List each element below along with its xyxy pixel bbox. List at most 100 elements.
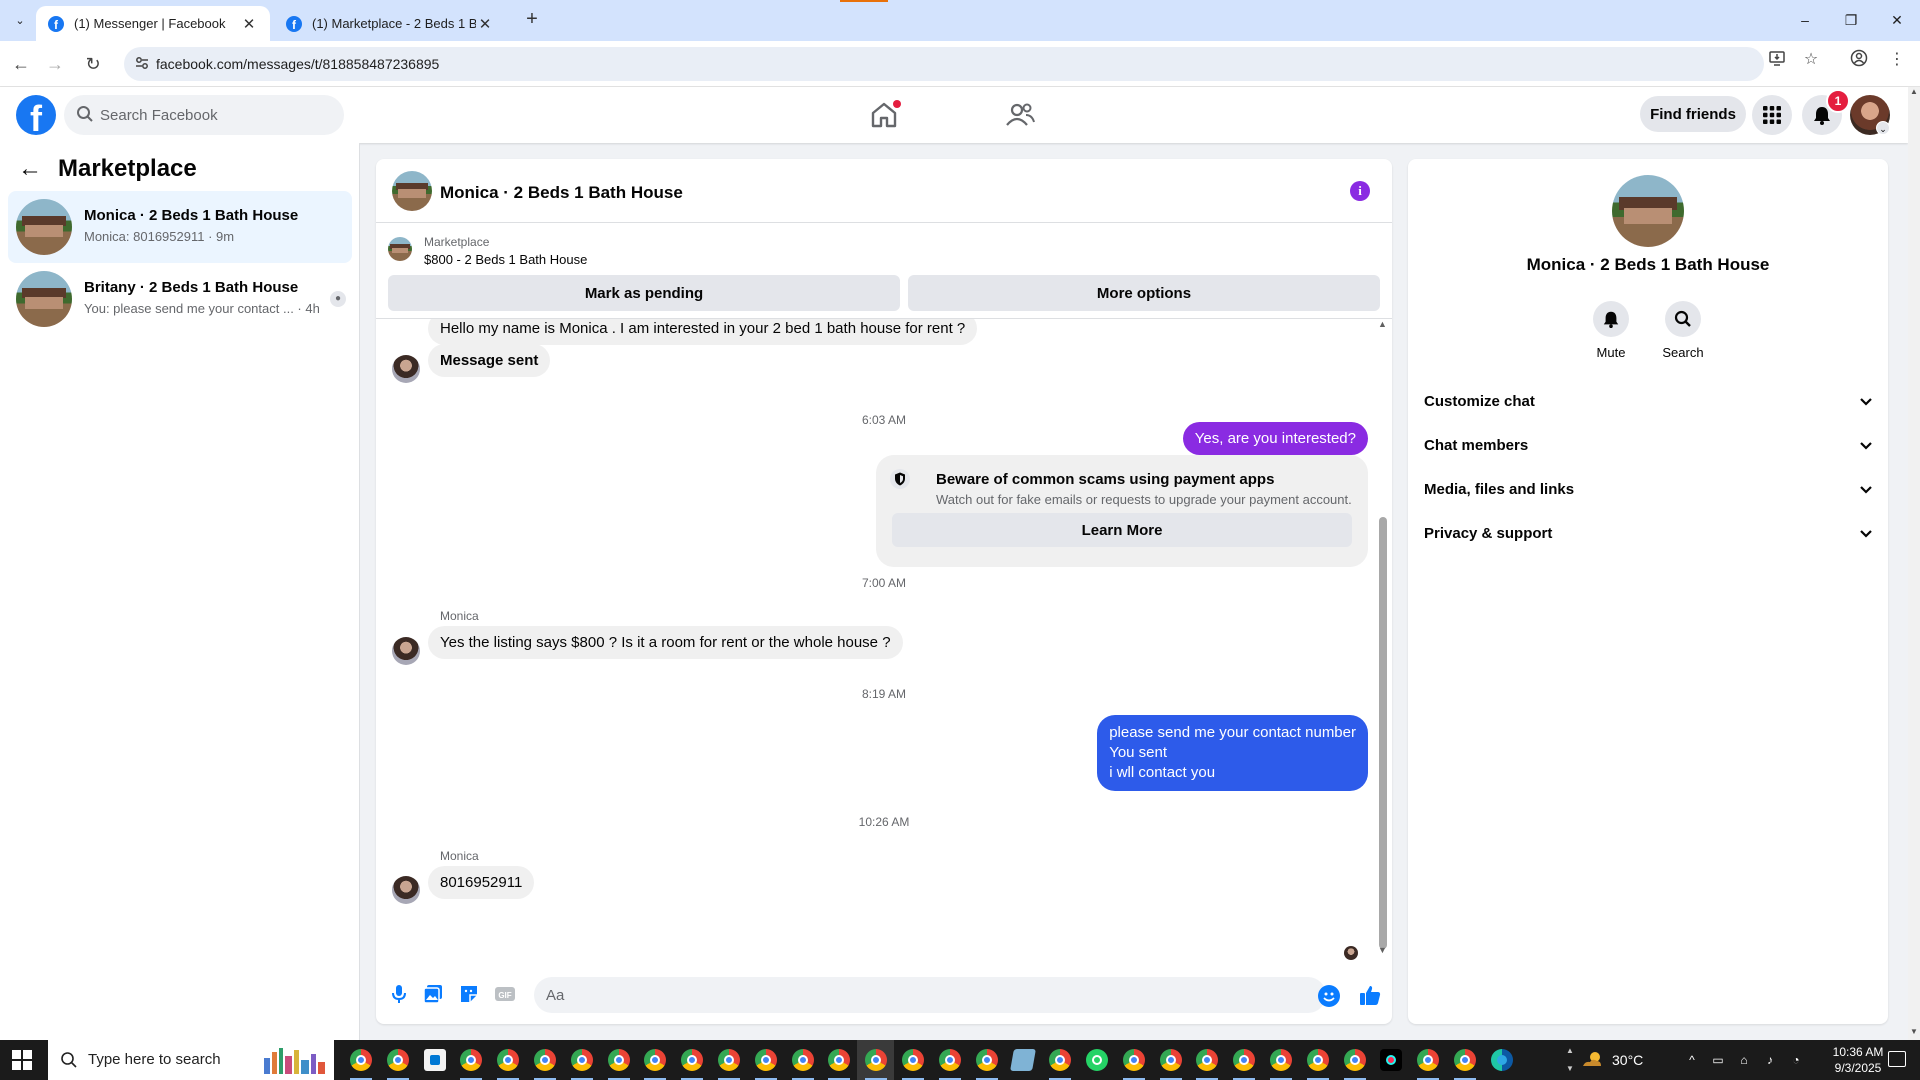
microphone-icon[interactable] [388,983,410,1005]
new-tab-button[interactable]: + [520,8,544,32]
more-options-button[interactable]: More options [908,275,1380,311]
listing-title[interactable]: $800 - 2 Beds 1 Bath House [424,252,587,267]
profile-icon[interactable] [1848,49,1870,71]
browser-tab-messenger[interactable]: f (1) Messenger | Facebook ✕ [36,6,270,41]
chrome-taskbar-icon[interactable] [857,1040,894,1080]
page-scrollbar[interactable]: ▲ ▼ [1908,87,1920,1040]
chrome-taskbar-icon[interactable] [600,1040,637,1080]
chrome-taskbar-icon[interactable] [931,1040,968,1080]
search-input[interactable] [100,95,330,135]
conversation-item-britany[interactable]: Britany · 2 Beds 1 Bath House You: pleas… [8,263,352,335]
chrome-taskbar-icon[interactable] [820,1040,857,1080]
scroll-thumb[interactable] [1379,517,1387,949]
tiktok-taskbar-icon[interactable] [1372,1040,1409,1080]
chrome-taskbar-icon[interactable] [673,1040,710,1080]
edge-taskbar-icon[interactable] [1483,1040,1520,1080]
chrome-taskbar-icon[interactable] [1336,1040,1373,1080]
chrome-taskbar-icon[interactable] [747,1040,784,1080]
notepad-taskbar-icon[interactable] [1004,1040,1041,1080]
chat-avatar[interactable] [392,171,432,211]
address-bar[interactable]: facebook.com/messages/t/818858487236895 [124,47,1764,81]
site-info-icon[interactable] [134,55,152,73]
weather-widget[interactable]: 30°C [1580,1040,1643,1080]
listing-avatar[interactable] [1612,175,1684,247]
chrome-taskbar-icon[interactable] [1152,1040,1189,1080]
battery-icon[interactable]: ◔ [1788,1052,1804,1068]
device-icon[interactable]: ▭ [1710,1052,1726,1068]
browser-tab-marketplace[interactable]: f (1) Marketplace - 2 Beds 1 Bath ✕ [274,6,506,41]
conversation-item-monica[interactable]: Monica · 2 Beds 1 Bath House Monica: 801… [8,191,352,263]
message-scrollbar[interactable]: ▲ ▼ [1376,319,1388,961]
thumbs-up-icon[interactable] [1358,983,1382,1007]
gif-icon[interactable]: GIF [494,983,516,1005]
chrome-taskbar-icon[interactable] [563,1040,600,1080]
chrome-taskbar-icon[interactable] [342,1040,379,1080]
chrome-taskbar-icon[interactable] [489,1040,526,1080]
scroll-up-icon[interactable]: ▲ [1378,319,1387,329]
sender-avatar[interactable] [392,876,420,904]
listing-thumbnail[interactable] [388,237,412,261]
chrome-taskbar-icon[interactable] [636,1040,673,1080]
notification-center-icon[interactable] [1888,1051,1906,1067]
install-app-icon[interactable] [1766,49,1788,71]
chrome-taskbar-icon[interactable] [1115,1040,1152,1080]
whatsapp-taskbar-icon[interactable] [1078,1040,1115,1080]
facebook-search[interactable] [64,95,344,135]
network-icon[interactable]: ⌂ [1736,1052,1752,1068]
taskbar-clock[interactable]: 10:36 AM 9/3/2025 [1818,1044,1898,1076]
sender-avatar[interactable] [392,637,420,665]
section-media-files-links[interactable]: Media, files and links [1424,471,1874,507]
minimize-button[interactable]: – [1790,8,1820,32]
chrome-taskbar-icon[interactable] [1188,1040,1225,1080]
taskbar-search[interactable]: Type here to search [48,1040,334,1080]
mute-action[interactable]: Mute [1576,301,1646,360]
search-action[interactable]: Search [1648,301,1718,360]
chrome-taskbar-icon[interactable] [968,1040,1005,1080]
restore-button[interactable]: ❐ [1836,8,1866,32]
chrome-taskbar-icon[interactable] [1262,1040,1299,1080]
section-privacy-support[interactable]: Privacy & support [1424,515,1874,551]
emoji-icon[interactable] [1318,985,1340,1007]
facebook-logo[interactable]: f [16,95,56,135]
close-tab-icon[interactable]: ✕ [476,15,494,33]
scroll-down-icon[interactable]: ▼ [1378,945,1387,955]
learn-more-button[interactable]: Learn More [892,513,1352,547]
windows-start-icon[interactable] [12,1050,32,1070]
section-chat-members[interactable]: Chat members [1424,427,1874,463]
taskbar-scroll-icon[interactable]: ▲ ▼ [1564,1042,1576,1078]
scroll-up-icon[interactable]: ▲ [1910,87,1918,96]
show-hidden-icons-icon[interactable]: ^ [1684,1052,1700,1068]
bookmark-star-icon[interactable]: ☆ [1800,49,1822,71]
info-icon[interactable]: i [1350,181,1370,201]
chrome-taskbar-icon[interactable] [526,1040,563,1080]
chrome-taskbar-icon[interactable] [1409,1040,1446,1080]
chrome-taskbar-icon[interactable] [452,1040,489,1080]
tab-search-button[interactable]: ⌄ [8,8,32,32]
chevron-down-icon[interactable]: ⌄ [1876,121,1890,135]
find-friends-button[interactable]: Find friends [1640,96,1746,132]
browser-menu-icon[interactable]: ⋮ [1886,49,1908,71]
chat-title[interactable]: Monica · 2 Beds 1 Bath House [440,183,683,203]
photo-icon[interactable] [422,983,444,1005]
close-tab-icon[interactable]: ✕ [240,15,258,33]
back-icon[interactable]: ← [8,51,34,77]
friends-icon[interactable] [1004,99,1036,131]
mark-as-pending-button[interactable]: Mark as pending [388,275,900,311]
chrome-taskbar-icon[interactable] [894,1040,931,1080]
chrome-taskbar-icon[interactable] [1041,1040,1078,1080]
section-customize-chat[interactable]: Customize chat [1424,383,1874,419]
chrome-taskbar-icon[interactable] [710,1040,747,1080]
menu-grid-button[interactable] [1752,95,1792,135]
chrome-taskbar-icon[interactable] [379,1040,416,1080]
message-input[interactable] [534,977,1326,1013]
scroll-down-icon[interactable]: ▼ [1910,1027,1918,1036]
reload-icon[interactable]: ↻ [80,51,106,77]
volume-icon[interactable]: ♪ [1762,1052,1778,1068]
sticker-icon[interactable] [458,983,480,1005]
chrome-taskbar-icon[interactable] [1225,1040,1262,1080]
forward-icon[interactable]: → [42,51,68,77]
chrome-taskbar-icon[interactable] [1446,1040,1483,1080]
store-taskbar-icon[interactable] [416,1040,453,1080]
chrome-taskbar-icon[interactable] [1299,1040,1336,1080]
chrome-taskbar-icon[interactable] [784,1040,821,1080]
